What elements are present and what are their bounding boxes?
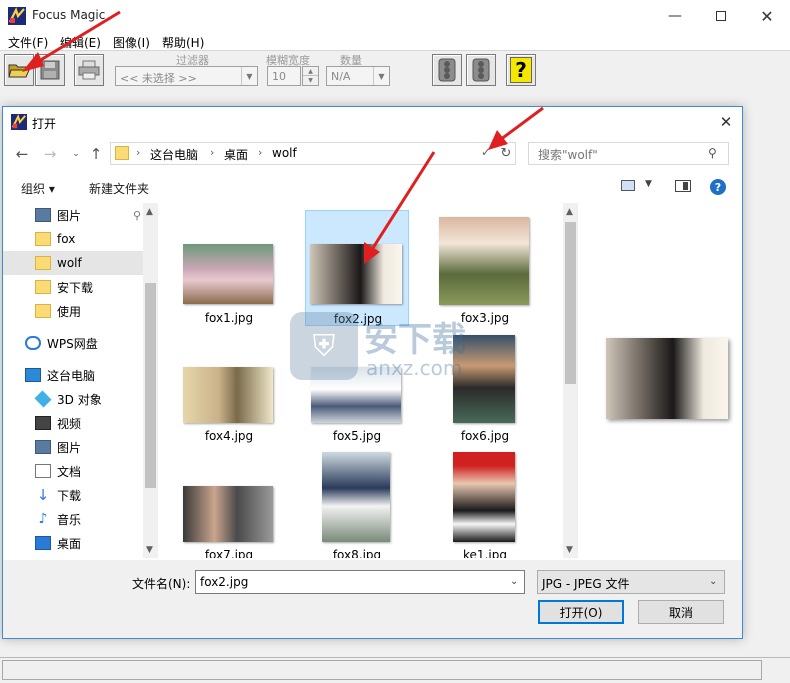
annotation-arrow-icon xyxy=(364,151,436,264)
annotation-arrow-icon xyxy=(22,10,121,72)
annotation-arrows xyxy=(22,10,544,264)
annotation-arrow-icon xyxy=(488,106,544,150)
